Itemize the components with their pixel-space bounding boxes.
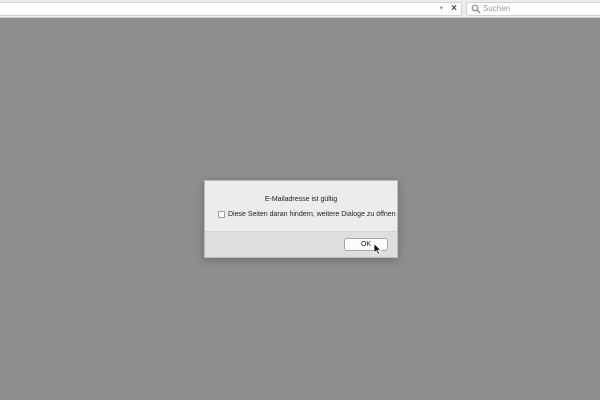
dialog-body: [205, 181, 397, 231]
search-input[interactable]: Suchen: [466, 2, 600, 16]
browser-toolbar: ▾ × Suchen: [0, 0, 600, 18]
prevent-dialogs-label[interactable]: Diese Seiten daran hindern, weitere Dial…: [228, 210, 396, 219]
alert-dialog: E-Mailadresse ist gültig Diese Seiten da…: [204, 180, 398, 258]
dialog-message: E-Mailadresse ist gültig: [264, 196, 338, 203]
prevent-dialogs-checkbox[interactable]: [218, 211, 225, 218]
search-icon: [471, 4, 481, 14]
url-bar[interactable]: ▾ ×: [0, 2, 462, 16]
mouse-pointer-icon: [373, 243, 382, 255]
chevron-down-icon[interactable]: ▾: [439, 4, 443, 14]
close-icon[interactable]: ×: [451, 3, 457, 15]
search-placeholder: Suchen: [483, 4, 511, 13]
